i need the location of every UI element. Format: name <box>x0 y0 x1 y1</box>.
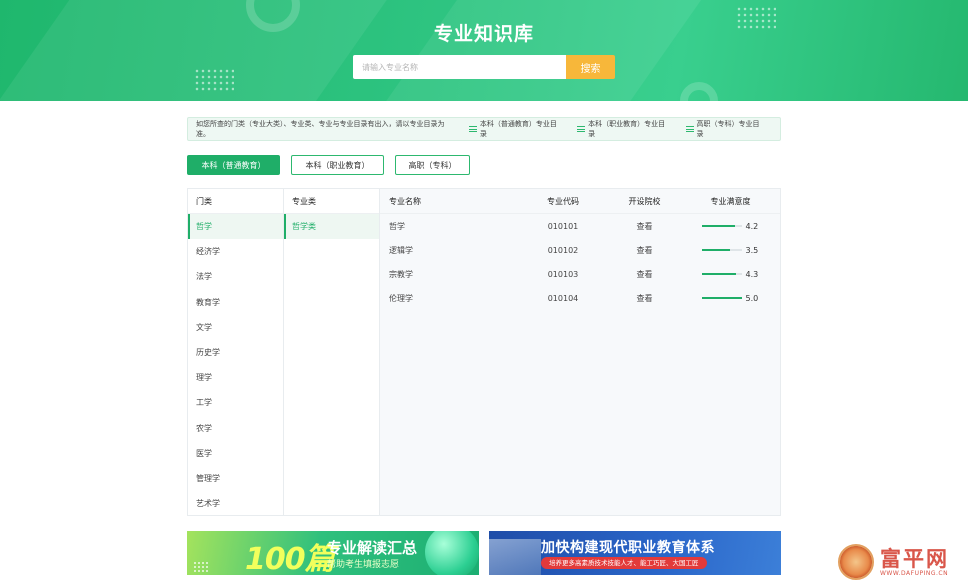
category-item[interactable]: 哲学 <box>188 214 283 240</box>
category-item[interactable]: 艺术学 <box>188 491 283 516</box>
major-name[interactable]: 伦理学 <box>380 293 518 304</box>
banner-title: 加快构建现代职业教育体系 <box>541 540 715 556</box>
subcategory-list: 哲学类 <box>284 214 379 240</box>
banner-orb-decoration <box>425 531 479 575</box>
major-rows: 哲学 010101 查看 4.2 逻辑学 010102 查看 3.5 宗教学 010103 查看 4.… <box>380 214 780 310</box>
major-code: 010103 <box>547 269 579 279</box>
satisfaction-bar <box>701 225 742 227</box>
category-list: 哲学 经济学 法学 教育学 文学 历史学 理学 工学 农学 医学 管理学 艺术学 <box>188 214 283 516</box>
satisfaction-bar-fill <box>701 297 742 299</box>
major-table: 专业名称 专业代码 开设院校 专业满意度 哲学 010101 查看 4.2 逻辑学 010… <box>380 189 780 515</box>
satisfaction-cell: 4.2 <box>681 222 780 231</box>
hero-dots-decoration <box>194 68 234 92</box>
banner-dots-decoration <box>193 561 209 573</box>
header-schools: 开设院校 <box>628 196 661 206</box>
satisfaction-score: 3.5 <box>745 245 759 255</box>
table-row[interactable]: 哲学 010101 查看 4.2 <box>380 214 780 238</box>
table-row[interactable]: 宗教学 010103 查看 4.3 <box>380 262 780 286</box>
catalog-links: 本科（普通教育）专业目录 本科（职业教育）专业目录 高职（专科）专业目录 <box>468 119 780 139</box>
category-item[interactable]: 医学 <box>188 441 283 466</box>
satisfaction-cell: 5.0 <box>681 294 780 303</box>
header-major-name: 专业名称 <box>389 196 421 206</box>
satisfaction-score: 4.3 <box>745 269 759 279</box>
catalog-link-label: 高职（专科）专业目录 <box>696 120 760 138</box>
major-code: 010102 <box>547 245 579 255</box>
watermark-url: WWW.DAFUPING.CN <box>880 569 949 577</box>
banner-subtitle: 培养更多高素质技术技能人才、能工巧匠、大国工匠 <box>541 557 707 569</box>
hero-banner: 专业知识库 搜索 <box>0 0 968 101</box>
category-column: 门类 哲学 经济学 法学 教育学 文学 历史学 理学 工学 农学 医学 管理学 艺术学 <box>188 189 284 515</box>
list-icon <box>685 126 694 132</box>
tab-undergrad-vocational[interactable]: 本科（职业教育） <box>291 155 384 175</box>
search-bar: 搜索 <box>353 55 615 79</box>
subcategory-column-header: 专业类 <box>284 189 379 214</box>
satisfaction-bar-fill <box>701 249 730 251</box>
notice-text: 如您所查的门类（专业大类）、专业类、专业与专业目录有出入，请以专业目录为准。 <box>196 120 445 138</box>
site-watermark: 富平网 WWW.DAFUPING.CN <box>838 541 966 583</box>
major-name[interactable]: 哲学 <box>380 221 518 232</box>
major-name[interactable]: 宗教学 <box>380 269 518 280</box>
view-schools-link[interactable]: 查看 <box>608 269 681 280</box>
promo-banner-vocational-education[interactable]: 加快构建现代职业教育体系 培养更多高素质技术技能人才、能工巧匠、大国工匠 <box>489 531 781 575</box>
view-schools-link[interactable]: 查看 <box>608 245 681 256</box>
banner-title: 专业解读汇总 <box>327 539 418 557</box>
major-code: 010101 <box>547 221 579 231</box>
category-item[interactable]: 历史学 <box>188 340 283 365</box>
satisfaction-cell: 3.5 <box>681 246 780 255</box>
search-input[interactable] <box>353 55 566 79</box>
satisfaction-score: 5.0 <box>745 293 759 303</box>
tab-vocational-college[interactable]: 高职（专科） <box>395 155 470 175</box>
category-column-header: 门类 <box>188 189 283 214</box>
table-row[interactable]: 逻辑学 010102 查看 3.5 <box>380 238 780 262</box>
major-browser: 门类 哲学 经济学 法学 教育学 文学 历史学 理学 工学 农学 医学 管理学 艺术学 专业类 哲学类… <box>187 188 781 516</box>
category-item[interactable]: 经济学 <box>188 239 283 264</box>
view-schools-link[interactable]: 查看 <box>608 221 681 232</box>
list-icon <box>577 126 586 132</box>
tab-undergrad-general[interactable]: 本科（普通教育） <box>187 155 280 175</box>
major-name[interactable]: 逻辑学 <box>380 245 518 256</box>
satisfaction-bar <box>701 273 742 275</box>
satisfaction-cell: 4.3 <box>681 270 780 279</box>
catalog-link-undergrad-vocational[interactable]: 本科（职业教育）专业目录 <box>577 119 671 139</box>
satisfaction-bar <box>701 249 742 251</box>
category-item[interactable]: 管理学 <box>188 466 283 491</box>
table-row[interactable]: 伦理学 010104 查看 5.0 <box>380 286 780 310</box>
education-level-tabs: 本科（普通教育） 本科（职业教育） 高职（专科） <box>187 155 481 175</box>
hero-decoration <box>339 0 721 101</box>
category-item[interactable]: 理学 <box>188 365 283 390</box>
banner-big-number: 100篇 <box>245 542 335 575</box>
header-major-code: 专业代码 <box>547 196 579 206</box>
header-satisfaction: 专业满意度 <box>710 196 751 206</box>
list-icon <box>468 126 477 132</box>
search-button[interactable]: 搜索 <box>566 55 615 79</box>
major-table-header: 专业名称 专业代码 开设院校 专业满意度 <box>380 189 780 214</box>
satisfaction-bar <box>701 297 742 299</box>
banner-image-decoration <box>489 539 541 575</box>
catalog-link-label: 本科（普通教育）专业目录 <box>479 120 557 138</box>
category-item[interactable]: 文学 <box>188 315 283 340</box>
category-item[interactable]: 农学 <box>188 416 283 441</box>
satisfaction-bar-fill <box>701 273 736 275</box>
watermark-name: 富平网 <box>880 546 949 571</box>
view-schools-link[interactable]: 查看 <box>608 293 681 304</box>
subcategory-column: 专业类 哲学类 <box>284 189 380 515</box>
category-item[interactable]: 教育学 <box>188 290 283 315</box>
watermark-emblem-icon <box>838 544 874 580</box>
catalog-link-undergrad-general[interactable]: 本科（普通教育）专业目录 <box>468 119 563 139</box>
catalog-link-label: 本科（职业教育）专业目录 <box>588 120 666 138</box>
banner-subtitle: 帮助考生填报志愿 <box>327 560 400 570</box>
major-code: 010104 <box>547 293 579 303</box>
catalog-link-vocational-college[interactable]: 高职（专科）专业目录 <box>685 119 766 139</box>
promo-banner-major-guides[interactable]: 100篇 专业解读汇总 帮助考生填报志愿 <box>187 531 479 575</box>
hero-ring-decoration <box>680 82 718 101</box>
subcategory-item[interactable]: 哲学类 <box>284 214 379 240</box>
page-title: 专业知识库 <box>433 23 534 45</box>
notice-bar: 如您所查的门类（专业大类）、专业类、专业与专业目录有出入，请以专业目录为准。 本… <box>187 117 781 141</box>
category-item[interactable]: 法学 <box>188 264 283 289</box>
category-item[interactable]: 工学 <box>188 390 283 415</box>
satisfaction-score: 4.2 <box>745 221 759 231</box>
satisfaction-bar-fill <box>701 225 736 227</box>
